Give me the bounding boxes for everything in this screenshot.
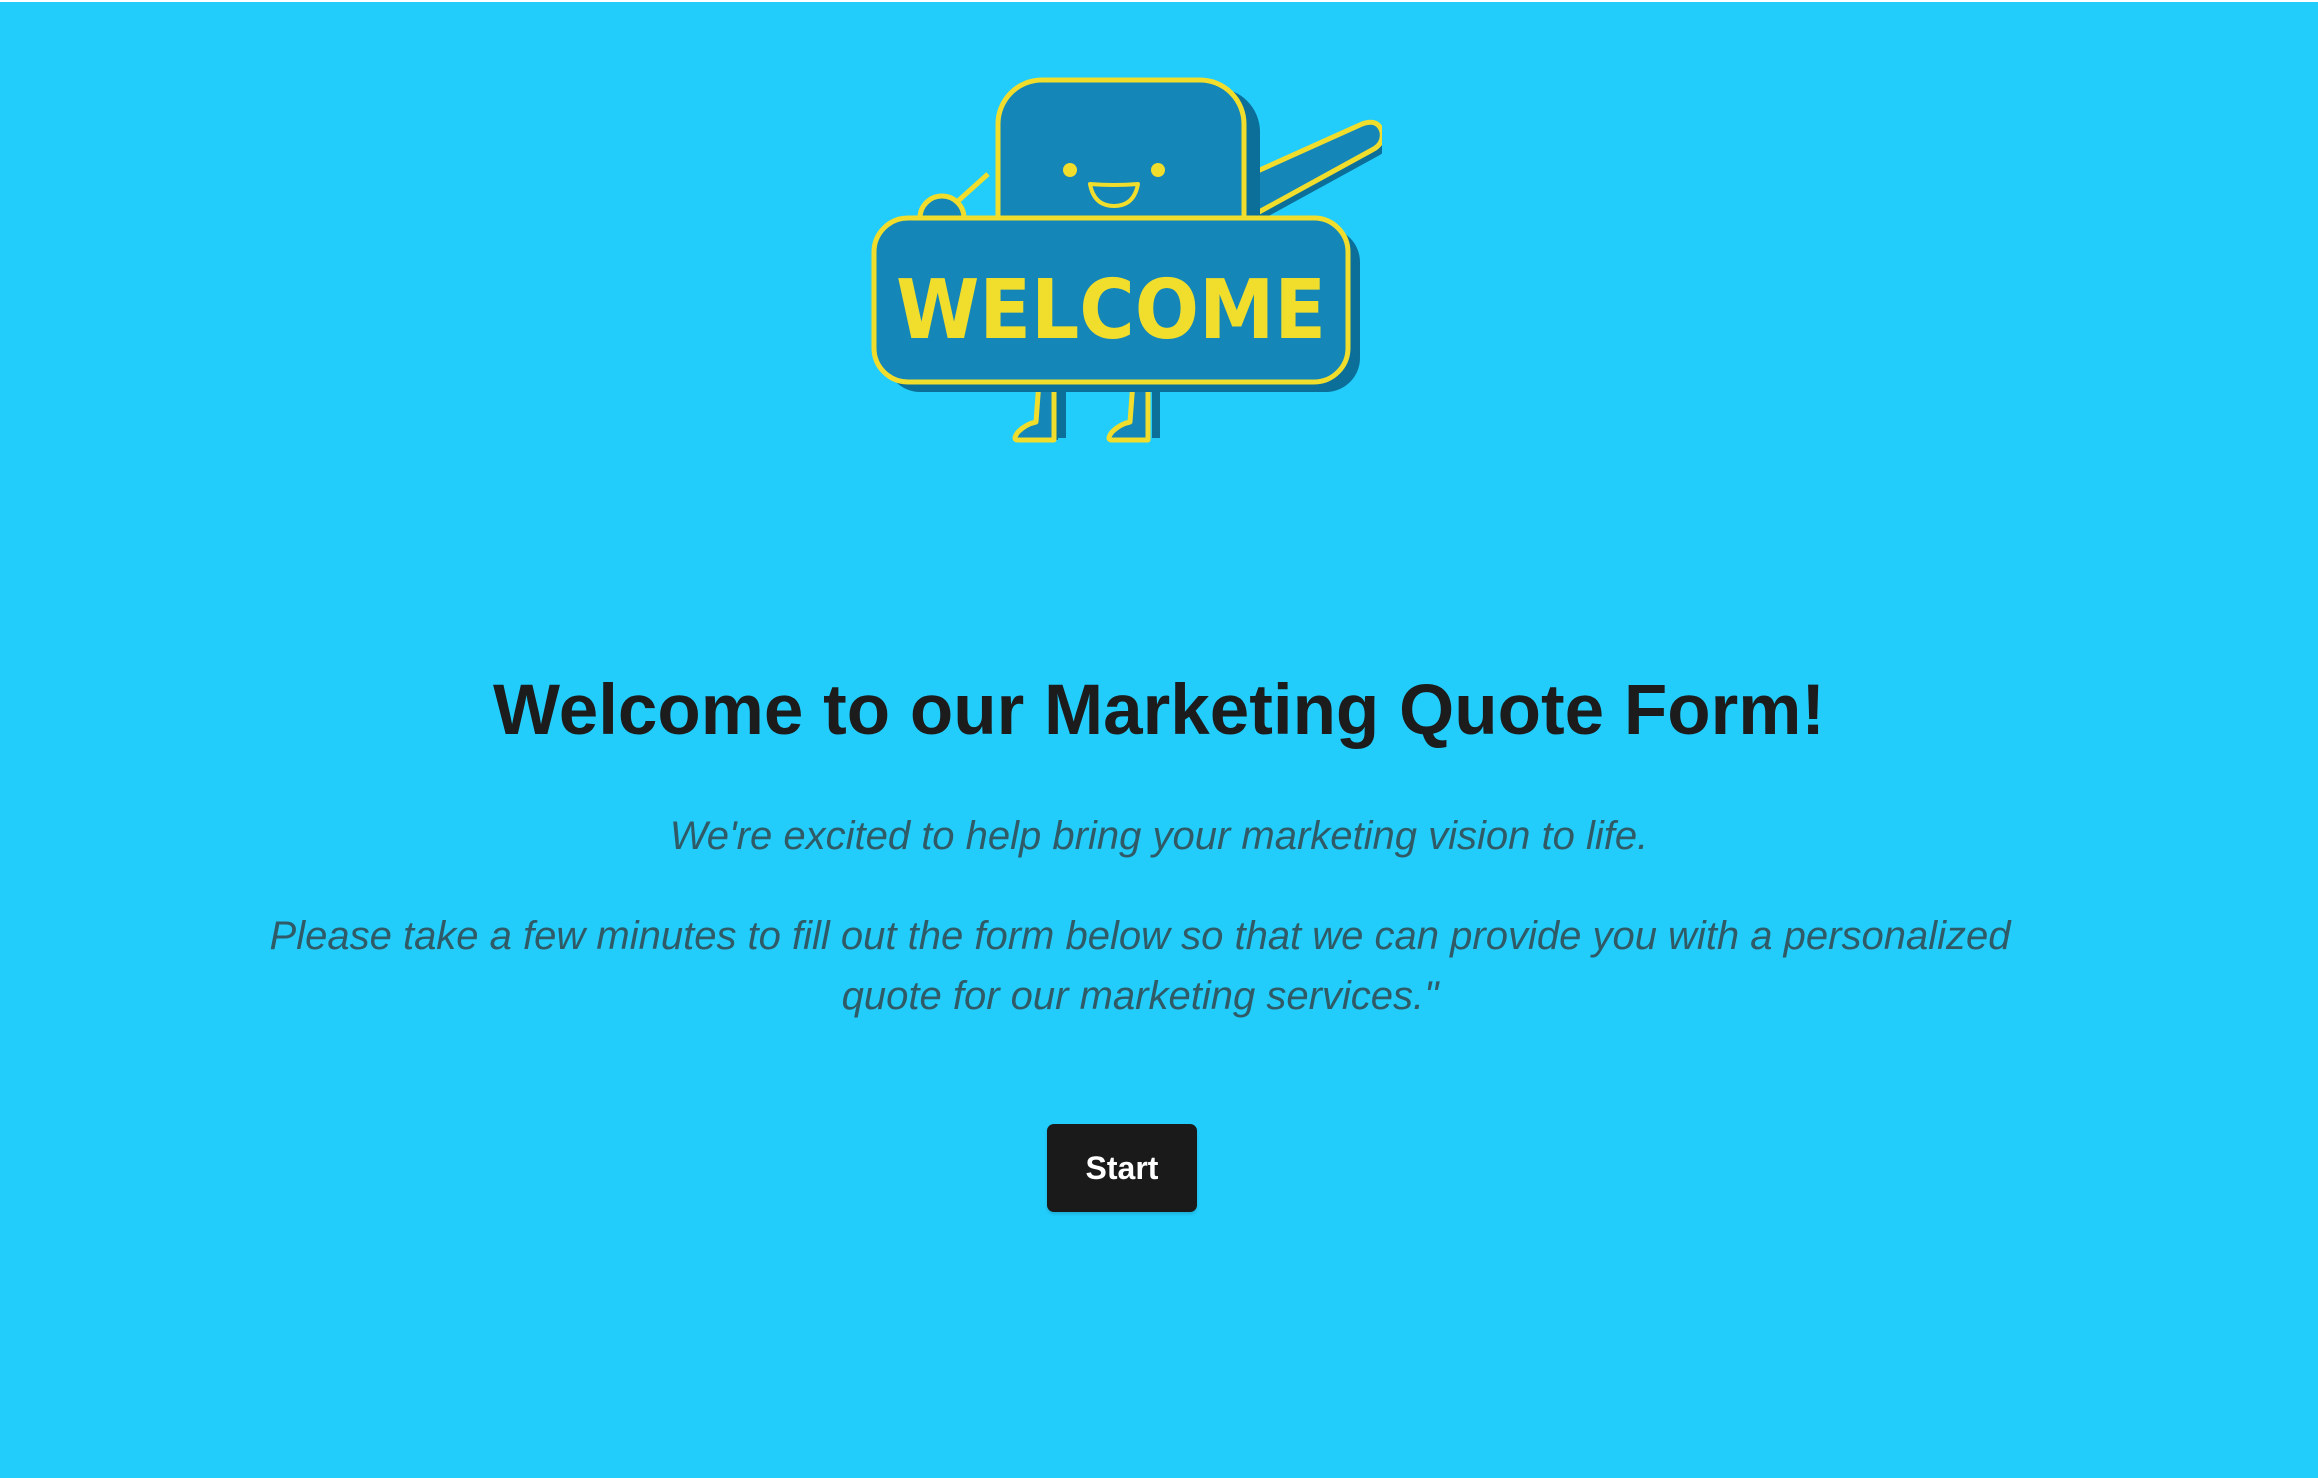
page-subtitle: We're excited to help bring your marketi…: [669, 814, 1649, 858]
start-button[interactable]: Start: [1047, 1124, 1197, 1212]
welcome-mascot-illustration: WELCOME: [871, 77, 1382, 443]
page-title: Welcome to our Marketing Quote Form!: [492, 671, 1825, 750]
welcome-sign-icon: WELCOME: [871, 215, 1360, 392]
page-description: Please take a few minutes to fill out th…: [269, 914, 2011, 1018]
welcome-sign-text: WELCOME: [896, 263, 1326, 358]
welcome-page: WELCOME Welcome to our Marketing Quote F…: [0, 0, 2318, 1478]
mascot-arm-icon: [1239, 119, 1382, 224]
